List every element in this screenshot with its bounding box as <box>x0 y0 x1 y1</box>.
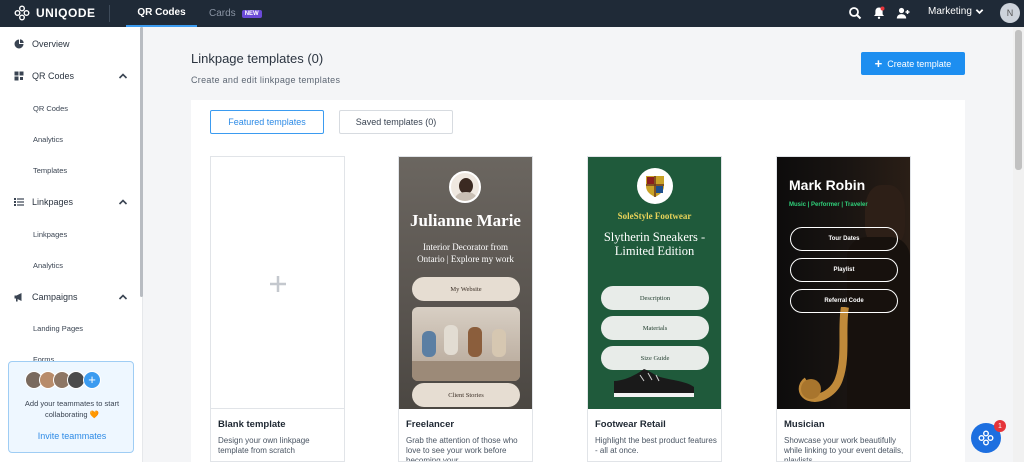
list-icon <box>14 198 24 206</box>
tab-cards-label: Cards <box>209 8 236 19</box>
sidebar-item-label: Overview <box>32 39 70 49</box>
sidebar-item-label: QR Codes <box>32 71 75 81</box>
template-description: Showcase your work beautifully while lin… <box>784 436 904 462</box>
plus-icon <box>270 276 286 292</box>
template-name: Musician <box>784 419 825 430</box>
chat-notification-badge: 1 <box>994 420 1006 432</box>
link-button: Referral Code <box>790 289 898 313</box>
sidebar-subitem-templates[interactable]: Templates <box>33 166 67 175</box>
template-card-blank[interactable]: Blank template Design your own linkpage … <box>210 156 345 462</box>
tab-cards[interactable]: Cards NEW <box>209 0 262 27</box>
bell-icon[interactable] <box>872 6 886 20</box>
sneaker-image <box>614 369 694 397</box>
qr-code-icon <box>14 71 24 81</box>
brand-logo[interactable]: UNIQODE <box>14 4 96 22</box>
link-button: Description <box>601 286 709 310</box>
uniqode-logo-icon <box>14 5 30 21</box>
sidebar-subitem-qr-analytics[interactable]: Analytics <box>33 135 63 144</box>
sidebar-item-qr-codes[interactable]: QR Codes <box>0 66 140 86</box>
sidebar-subitem-qr-codes[interactable]: QR Codes <box>33 104 68 113</box>
megaphone-icon <box>14 293 22 302</box>
sidebar-item-overview[interactable]: Overview <box>0 34 140 54</box>
sidebar-subitem-linkpages[interactable]: Linkpages <box>33 230 67 239</box>
footwear-template-preview: SoleStyle Footwear Slytherin Sneakers - … <box>588 157 721 409</box>
tab-featured-templates[interactable]: Featured templates <box>210 110 324 134</box>
add-user-icon[interactable] <box>896 6 910 20</box>
freelancer-template-preview: Julianne Marie Interior Decorator from O… <box>399 157 532 409</box>
tab-saved-templates[interactable]: Saved templates (0) <box>339 110 453 134</box>
musician-name: Mark Robin <box>789 177 866 193</box>
sidebar-item-campaigns[interactable]: Campaigns <box>0 287 140 307</box>
sidebar-item-label: Campaigns <box>32 292 78 302</box>
chevron-up-icon[interactable] <box>118 71 128 81</box>
musician-template-preview: Mark Robin Music | Performer | Traveler … <box>777 157 910 409</box>
page-scrollbar-thumb[interactable] <box>1015 30 1022 170</box>
plus-icon: + <box>874 56 883 71</box>
link-button: Tour Dates <box>790 227 898 251</box>
blank-template-preview <box>211 157 344 409</box>
profile-photo <box>449 171 481 203</box>
link-button: Materials <box>601 316 709 340</box>
brand-crest <box>637 168 673 204</box>
chevron-up-icon[interactable] <box>118 197 128 207</box>
template-description: Design your own linkpage template from s… <box>218 436 310 455</box>
chat-icon <box>978 430 994 446</box>
user-avatar[interactable]: N <box>1000 3 1020 23</box>
sidebar-subitem-linkpage-analytics[interactable]: Analytics <box>33 261 63 270</box>
tab-qr-codes[interactable]: QR Codes <box>126 0 197 27</box>
sidebar-subitem-landing-pages[interactable]: Landing Pages <box>33 324 83 333</box>
sidebar-item-linkpages[interactable]: Linkpages <box>0 192 140 212</box>
template-name: Freelancer <box>406 419 455 430</box>
new-badge: NEW <box>241 9 262 18</box>
invite-teammates-link[interactable]: Invite teammates <box>9 431 135 441</box>
workspace-selector[interactable]: Marketing <box>928 6 984 17</box>
template-description: Grab the attention of those who love to … <box>406 436 518 462</box>
invite-teammates-card: + Add your teammates to start collaborat… <box>8 361 134 453</box>
chevron-up-icon[interactable] <box>118 292 128 302</box>
crest-icon <box>646 176 664 197</box>
profile-name: Julianne Marie <box>410 211 521 230</box>
create-template-button[interactable]: + Create template <box>861 52 965 75</box>
profile-tagline: Interior Decorator from Ontario | Explor… <box>417 242 514 264</box>
template-card-freelancer[interactable]: Julianne Marie Interior Decorator from O… <box>398 156 533 462</box>
link-button: Client Stories <box>412 383 520 407</box>
link-button: My Website <box>412 277 520 301</box>
link-button: Playlist <box>790 258 898 282</box>
chevron-down-icon <box>975 9 984 15</box>
gallery-photo <box>412 307 520 381</box>
product-headline: Slytherin Sneakers - Limited Edition <box>603 230 706 258</box>
page-title: Linkpage templates (0) <box>191 51 324 66</box>
template-name: Footwear Retail <box>595 419 666 430</box>
topbar-divider <box>109 5 110 22</box>
template-card-musician[interactable]: Mark Robin Music | Performer | Traveler … <box>776 156 911 462</box>
workspace-name: Marketing <box>928 6 972 17</box>
page-subtitle: Create and edit linkpage templates <box>191 75 341 85</box>
sidebar-item-label: Linkpages <box>32 197 74 207</box>
template-name: Blank template <box>218 419 286 430</box>
search-icon[interactable] <box>848 6 862 20</box>
sidebar-scrollbar[interactable] <box>140 27 143 297</box>
brand-name: UNIQODE <box>36 6 96 20</box>
top-navbar: UNIQODE QR Codes Cards NEW Marketing N <box>0 0 1024 27</box>
teammate-avatars: + <box>25 371 101 389</box>
add-teammate-button[interactable]: + <box>83 371 101 389</box>
saxophone-image <box>798 307 849 402</box>
template-description: Highlight the best product features - al… <box>595 436 717 455</box>
invite-text: Add your teammates to start collaboratin… <box>24 399 120 419</box>
pie-chart-icon <box>14 39 24 49</box>
template-card-footwear-retail[interactable]: SoleStyle Footwear Slytherin Sneakers - … <box>587 156 722 462</box>
create-template-label: Create template <box>887 58 952 69</box>
musician-tags: Music | Performer | Traveler <box>789 202 868 208</box>
brand-name: SoleStyle Footwear <box>617 211 692 221</box>
